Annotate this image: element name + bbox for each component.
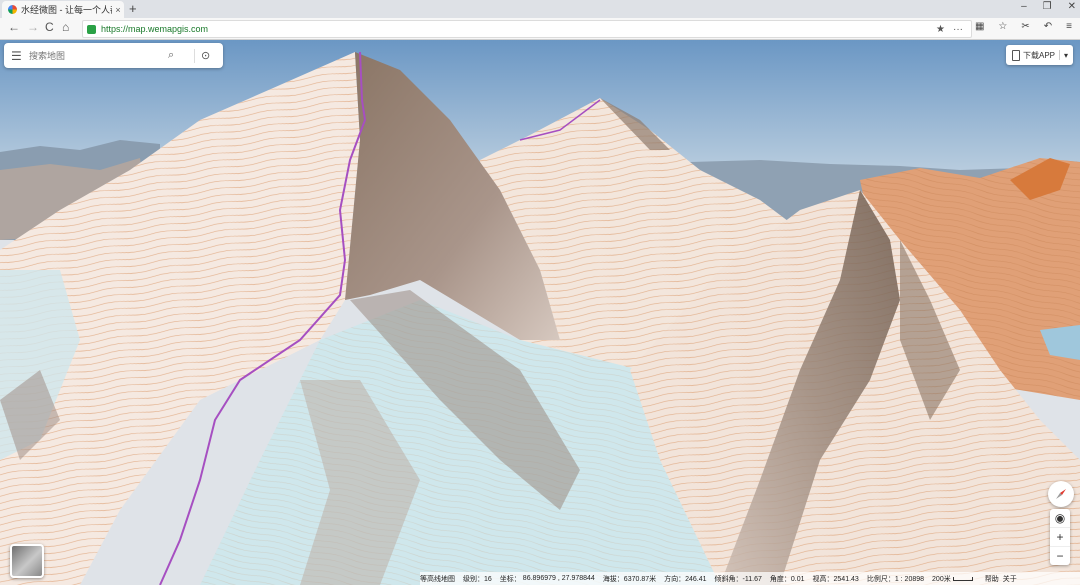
zoom-in-button[interactable]: + [1050, 528, 1070, 547]
help-link[interactable]: 帮助 [985, 574, 999, 584]
search-divider [194, 48, 195, 63]
secure-lock-icon [87, 24, 96, 34]
download-app-label: 下载APP [1023, 50, 1056, 60]
undo-icon[interactable]: ↶ [1044, 21, 1052, 32]
address-bar[interactable]: https://map.wemapgis.com ★ ··· [82, 20, 972, 38]
download-app-button[interactable]: 下载APP ▾ [1006, 45, 1073, 65]
window-restore-button[interactable]: ❐ [1043, 1, 1052, 12]
favorites-icon[interactable]: ☆ [998, 21, 1007, 32]
locate-button[interactable]: ◉ [1050, 509, 1070, 528]
map-3d-viewport[interactable] [0, 40, 1080, 585]
status-altitude: 海拔：6370.87米 [602, 575, 657, 583]
status-coords-label: 坐标： [499, 575, 521, 583]
tab-title: 水经微图 - 让每一个人都有自 [21, 5, 112, 15]
search-icon[interactable]: ⌕ [168, 49, 182, 62]
status-roll: 角度：0.01 [769, 575, 805, 583]
map-search-box: ☰ ⌕ ⊙ [4, 43, 223, 68]
back-button[interactable]: ← [8, 20, 20, 34]
compass-button[interactable] [1048, 481, 1074, 507]
browser-menu-icon[interactable]: ≡ [1066, 21, 1072, 32]
status-zoom-level: 级别：16 [463, 575, 492, 583]
home-button[interactable]: ⌂ [62, 20, 69, 34]
toolbar-icons: ▦ ☆ ✂ ↶ ≡ [975, 21, 1072, 32]
scale-bar [952, 576, 973, 581]
basemap-switcher-thumbnail[interactable] [10, 544, 44, 578]
window-minimize-button[interactable]: – [1021, 1, 1027, 12]
site-favicon-icon [8, 5, 17, 14]
compass-icon [1056, 489, 1066, 499]
address-url[interactable]: https://map.wemapgis.com [101, 24, 936, 34]
window-close-button[interactable]: ✕ [1068, 1, 1076, 12]
location-pin-icon[interactable]: ⊙ [201, 49, 215, 62]
address-more-icon[interactable]: ··· [953, 24, 963, 35]
status-scale: 比例尺：1 : 20898 [866, 575, 925, 583]
status-view-height: 视高：2541.43 [812, 575, 859, 583]
browser-tab[interactable]: 水经微图 - 让每一个人都有自 × [2, 1, 124, 18]
chevron-down-icon[interactable]: ▾ [1064, 51, 1068, 60]
phone-icon [1012, 49, 1020, 61]
about-link[interactable]: 关于 [1003, 574, 1017, 584]
menu-icon[interactable]: ☰ [11, 49, 23, 63]
browser-tab-bar: 水经微图 - 让每一个人都有自 × + – ❐ ✕ [0, 0, 1080, 18]
new-tab-button[interactable]: + [129, 1, 137, 16]
screenshot-icon[interactable]: ✂ [1021, 21, 1029, 32]
status-heading: 方向：246.41 [664, 575, 707, 583]
search-input[interactable] [27, 49, 168, 62]
status-map-name: 等高线地图 [420, 575, 455, 583]
terrain-3d-view [0, 40, 1080, 585]
status-coords-value: 86.896979 , 27.978844 [522, 575, 595, 582]
reload-button[interactable]: C [45, 20, 54, 34]
download-divider [1059, 50, 1061, 60]
map-status-bar: 等高线地图 级别：16 坐标： 86.896979 , 27.978844 海拔… [420, 572, 1080, 585]
apps-grid-icon[interactable]: ▦ [975, 21, 984, 32]
forward-button[interactable]: → [27, 20, 39, 34]
status-scale-text: 200米 [932, 575, 951, 583]
zoom-out-button[interactable]: − [1050, 547, 1070, 565]
window-controls: – ❐ ✕ [1021, 1, 1076, 12]
bookmark-star-icon[interactable]: ★ [936, 24, 945, 35]
browser-toolbar: ← → C ⌂ https://map.wemapgis.com ★ ··· ▦… [0, 18, 1080, 40]
status-pitch: 倾斜角：-11.67 [714, 575, 762, 583]
map-controls: ◉ + − [1050, 509, 1070, 565]
tab-close-icon[interactable]: × [112, 5, 124, 15]
